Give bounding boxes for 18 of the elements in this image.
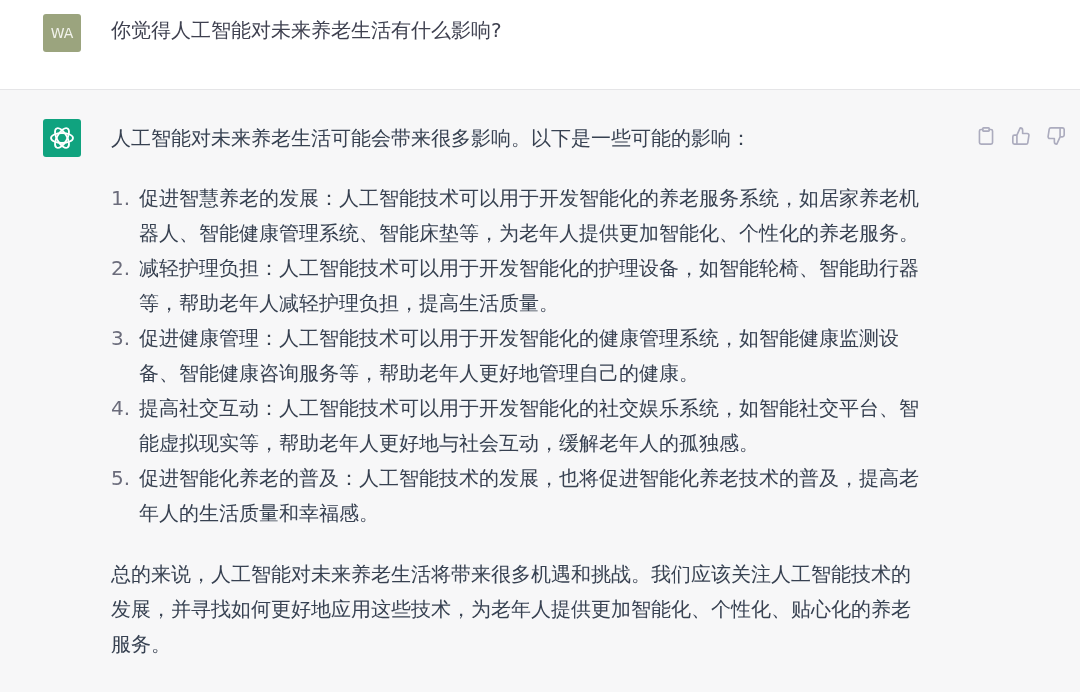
list-number: 3. [111,325,132,352]
message-text: 你觉得人工智能对未来养老生活有什么影响? [111,17,502,44]
clipboard-icon[interactable] [977,127,995,145]
user-avatar: WA [43,14,81,52]
list-item-text: 促进健康管理：人工智能技术可以用于开发智能化的健康管理系统，如智能健康监测设备、智能健康咨询服务等，帮助老年人更好地管理自己的健康。 [139,325,900,387]
list-number: 1. [111,185,132,212]
list-number: 2. [111,255,132,282]
list-item-text: 提高社交互动：人工智能技术可以用于开发智能化的社交娱乐系统，如智能社交平台、智能虚拟现实等，帮助老年人更好地与社会互动，缓解老年人的孤独感。 [139,395,920,457]
list-number: 5. [111,465,132,492]
logo-icon [43,119,81,157]
list-item-text: 减轻护理负担：人工智能技术可以用于开发智能化的护理设备，如智能轮椅、智能助行器等，帮助老年人减轻护理负担，提高生活质量。 [139,255,920,317]
message-text: 总的来说，人工智能对未来养老生活将带来很多机遇和挑战。我们应该关注人工智能技术的发展，并寻找如何更好地应用这些技术，为老年人提供更加智能化、个性化、贴心化的养老服务。 [111,561,912,658]
thumbs-up-icon[interactable] [1012,127,1030,145]
thumbs-down-icon[interactable] [1047,127,1065,145]
list-number: 4. [111,395,132,422]
message-text: 人工智能对未来养老生活可能会带来很多影响。以下是一些可能的影响： [111,125,752,152]
list-item-text: 促进智能化养老的普及：人工智能技术的发展，也将促进智能化养老技术的普及，提高老年人的生活质量和幸福感。 [139,465,920,527]
list-item-text: 促进智慧养老的发展：人工智能技术可以用于开发智能化的养老服务系统，如居家养老机器人、智能健康管理系统、智能床垫等，为老年人提供更加智能化、个性化的养老服务。 [139,185,920,247]
